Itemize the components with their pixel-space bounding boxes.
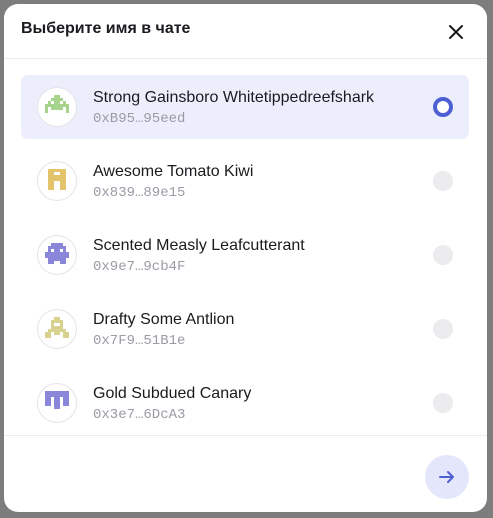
- name-option[interactable]: Awesome Tomato Kiwi 0x839…89e15: [21, 149, 469, 213]
- option-name: Strong Gainsboro Whitetippedreefshark: [93, 89, 375, 106]
- avatar: [37, 161, 77, 201]
- pixel-ghost-avatar-icon: [45, 243, 69, 264]
- option-name: Scented Measly Leafcutterant: [93, 237, 305, 254]
- radio-button[interactable]: [433, 171, 453, 191]
- option-name: Gold Subdued Canary: [93, 385, 252, 402]
- pixel-m-avatar-icon: [48, 169, 66, 190]
- next-button[interactable]: [425, 455, 469, 499]
- option-address: 0xB95…95eed: [93, 111, 186, 127]
- option-address: 0x839…89e15: [93, 185, 186, 201]
- radio-button[interactable]: [433, 393, 453, 413]
- radio-button[interactable]: [433, 319, 453, 339]
- name-option[interactable]: Drafty Some Antlion 0x7F9…51B1e: [21, 297, 469, 361]
- name-options-list: Strong Gainsboro Whitetippedreefshark 0x…: [4, 59, 487, 435]
- chat-name-dialog: Выберите имя в чате Strong Gainsboro Whi…: [4, 4, 487, 512]
- pixel-comb-avatar-icon: [45, 391, 69, 409]
- radio-button[interactable]: [433, 245, 453, 265]
- avatar: [37, 383, 77, 423]
- avatar: [37, 87, 77, 127]
- dialog-footer: [4, 435, 487, 512]
- option-address: 0x3e7…6DcA3: [93, 407, 186, 423]
- arrow-right-icon: [439, 471, 454, 483]
- close-button[interactable]: [444, 20, 468, 44]
- pixel-face-avatar-icon: [45, 317, 69, 338]
- avatar: [37, 235, 77, 275]
- name-option[interactable]: Gold Subdued Canary 0x3e7…6DcA3: [21, 371, 469, 435]
- option-name: Awesome Tomato Kiwi: [93, 163, 254, 180]
- radio-button[interactable]: [433, 97, 453, 117]
- option-address: 0x9e7…9cb4F: [93, 259, 186, 275]
- pixel-invader-avatar-icon: [45, 95, 69, 113]
- dialog-title: Выберите имя в чате: [21, 20, 191, 37]
- name-option[interactable]: Strong Gainsboro Whitetippedreefshark 0x…: [21, 75, 469, 139]
- dialog-header: Выберите имя в чате: [4, 4, 487, 59]
- name-option[interactable]: Scented Measly Leafcutterant 0x9e7…9cb4F: [21, 223, 469, 287]
- option-address: 0x7F9…51B1e: [93, 333, 186, 349]
- avatar: [37, 309, 77, 349]
- option-name: Drafty Some Antlion: [93, 311, 235, 328]
- close-icon: [449, 25, 463, 39]
